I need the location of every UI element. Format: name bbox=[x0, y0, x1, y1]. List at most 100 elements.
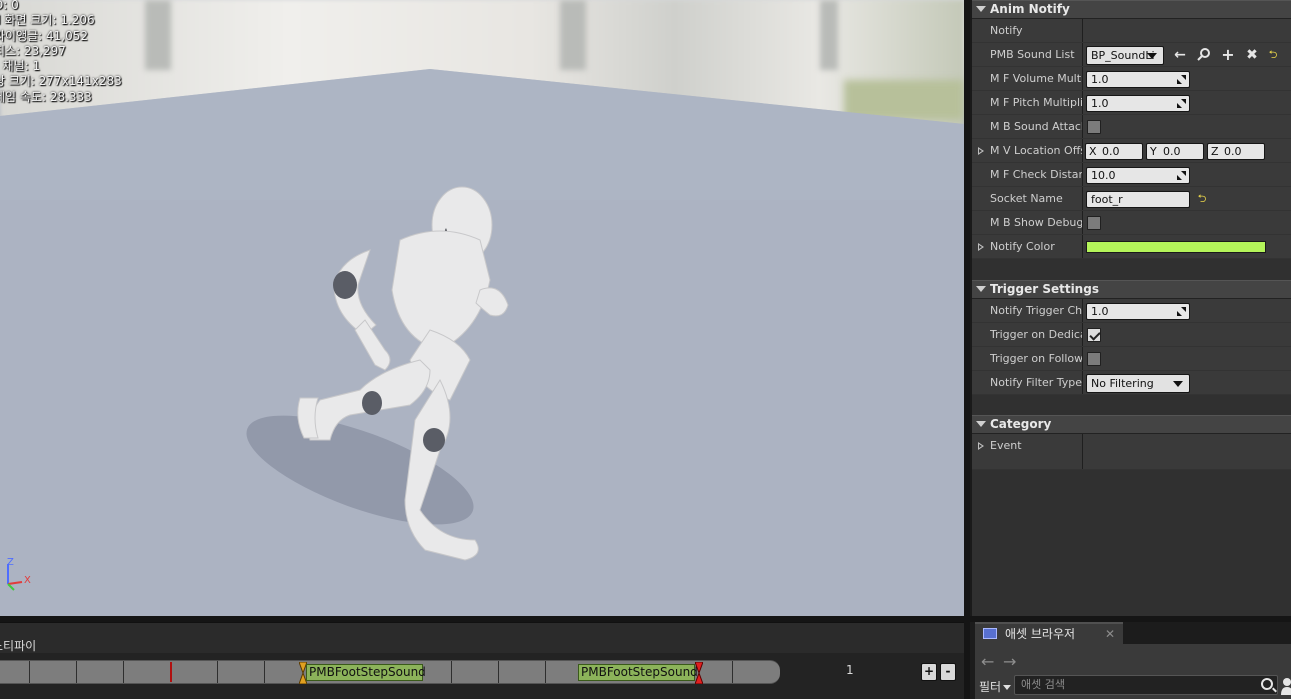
location-y-field[interactable]: Y 0.0 bbox=[1146, 143, 1204, 160]
trigger-chance-field[interactable]: 1.0 bbox=[1086, 303, 1190, 320]
notify-label: PMBFootStepSound bbox=[581, 665, 698, 679]
frame-divider bbox=[217, 661, 218, 683]
person-icon[interactable] bbox=[1281, 677, 1291, 695]
frame-divider bbox=[29, 661, 30, 683]
stat-line: ! 채널: 1 bbox=[0, 59, 41, 74]
notify-marker-icon[interactable] bbox=[695, 662, 703, 684]
asset-browser-body: ← → 필터 애셋 검색 bbox=[975, 644, 1291, 699]
row-label: Notify bbox=[990, 24, 1023, 37]
column-divider[interactable] bbox=[1082, 211, 1083, 234]
add-icon[interactable]: + bbox=[1220, 47, 1236, 63]
show-debug-checkbox[interactable] bbox=[1087, 216, 1101, 230]
row-trigger-chance: Notify Trigger Cha 1.0 bbox=[972, 299, 1291, 323]
column-divider[interactable] bbox=[1082, 139, 1083, 162]
chevron-down-icon bbox=[1003, 685, 1012, 690]
collapse-triangle-icon bbox=[976, 286, 986, 292]
expand-arrow-icon[interactable] bbox=[978, 243, 984, 251]
trigger-dedicated-checkbox[interactable] bbox=[1087, 328, 1101, 342]
chevron-down-icon bbox=[1173, 381, 1183, 387]
pitch-multiplier-field[interactable]: 1.0 bbox=[1086, 95, 1190, 112]
clear-icon[interactable]: ✖ bbox=[1244, 47, 1260, 63]
back-arrow-icon[interactable]: ← bbox=[981, 652, 994, 671]
asset-browser-tab[interactable]: 애셋 브라우저 ✕ bbox=[975, 622, 1123, 644]
filter-dropdown[interactable]: 필터 bbox=[979, 678, 1012, 695]
section-header-anim-notify[interactable]: Anim Notify bbox=[972, 0, 1291, 19]
row-label: M V Location Offs bbox=[990, 144, 1082, 157]
field-value: 10.0 bbox=[1091, 169, 1116, 182]
column-divider[interactable] bbox=[1082, 235, 1083, 258]
spin-arrows-icon bbox=[1177, 75, 1186, 84]
viewport[interactable]: D: 0 ll 화면 크기: 1.206 라이앵글: 41,052 티스: 23… bbox=[0, 0, 964, 616]
filter-label: 필터 bbox=[979, 680, 1002, 694]
section-title: Trigger Settings bbox=[990, 282, 1099, 296]
row-label: Socket Name bbox=[990, 192, 1063, 205]
playhead-marker[interactable] bbox=[170, 662, 172, 682]
notify-color-swatch[interactable] bbox=[1086, 241, 1266, 253]
trigger-follower-checkbox[interactable] bbox=[1087, 352, 1101, 366]
reset-to-default-icon[interactable]: ⮌ bbox=[1266, 48, 1280, 62]
location-x-field[interactable]: X 0.0 bbox=[1085, 143, 1143, 160]
asset-search-input[interactable]: 애셋 검색 bbox=[1014, 675, 1278, 695]
filter-type-dropdown[interactable]: No Filtering bbox=[1086, 374, 1190, 393]
check-distance-field[interactable]: 10.0 bbox=[1086, 167, 1190, 184]
reset-to-default-icon[interactable]: ⮌ bbox=[1195, 192, 1209, 206]
expand-arrow-icon[interactable] bbox=[978, 442, 984, 450]
spin-arrows-icon bbox=[1177, 99, 1186, 108]
timeline-title: 노티파이 bbox=[0, 639, 37, 653]
dropdown-value: No Filtering bbox=[1091, 377, 1154, 390]
column-divider[interactable] bbox=[1082, 19, 1083, 42]
column-divider[interactable] bbox=[1082, 43, 1083, 66]
search-icon[interactable] bbox=[1196, 47, 1212, 63]
dropdown-value: BP_SoundLi bbox=[1091, 49, 1155, 62]
column-divider[interactable] bbox=[1082, 434, 1083, 469]
forward-arrow-icon[interactable]: → bbox=[1003, 652, 1016, 671]
column-divider[interactable] bbox=[1082, 91, 1083, 114]
volume-multiplier-field[interactable]: 1.0 bbox=[1086, 71, 1190, 88]
section-header-trigger-settings[interactable]: Trigger Settings bbox=[972, 280, 1291, 299]
search-icon[interactable] bbox=[1261, 678, 1273, 690]
column-divider[interactable] bbox=[1082, 323, 1083, 346]
column-divider[interactable] bbox=[1082, 371, 1083, 394]
section-anim-notify: Anim Notify Notify PMB Sound List BP_Sou… bbox=[972, 0, 1291, 259]
close-icon[interactable]: ✕ bbox=[1105, 624, 1115, 644]
floor-plane bbox=[0, 69, 964, 616]
tab-label: 애셋 브라우저 bbox=[1005, 627, 1076, 641]
row-socket-name: Socket Name foot_r ⮌ bbox=[972, 187, 1291, 211]
column-divider[interactable] bbox=[1082, 115, 1083, 138]
row-event: Event bbox=[972, 434, 1291, 470]
expand-arrow-icon[interactable] bbox=[978, 147, 984, 155]
section-title: Category bbox=[990, 417, 1052, 431]
location-z-field[interactable]: Z 0.0 bbox=[1207, 143, 1265, 160]
row-trigger-dedicated: Trigger on Dedicat bbox=[972, 323, 1291, 347]
column-divider[interactable] bbox=[1082, 67, 1083, 90]
column-divider[interactable] bbox=[1082, 187, 1083, 210]
sound-attach-checkbox[interactable] bbox=[1087, 120, 1101, 134]
search-placeholder: 애셋 검색 bbox=[1021, 678, 1065, 691]
row-volume-multiplier: M F Volume Multip 1.0 bbox=[972, 67, 1291, 91]
editor-window: D: 0 ll 화면 크기: 1.206 라이앵글: 41,052 티스: 23… bbox=[0, 0, 1291, 699]
section-header-category[interactable]: Category bbox=[972, 415, 1291, 434]
row-sound-attach: M B Sound Attach bbox=[972, 115, 1291, 139]
row-label: M F Pitch Multiplie bbox=[990, 96, 1082, 109]
column-divider[interactable] bbox=[1082, 347, 1083, 370]
sound-list-dropdown[interactable]: BP_SoundLi bbox=[1086, 46, 1164, 65]
notify-event[interactable]: PMBFootStepSound bbox=[306, 664, 426, 681]
row-notify: Notify bbox=[972, 19, 1291, 43]
axis-label: Z bbox=[1211, 145, 1219, 158]
column-divider[interactable] bbox=[1082, 163, 1083, 186]
collapse-triangle-icon bbox=[976, 421, 986, 427]
notify-label: PMBFootStepSound bbox=[309, 665, 426, 679]
remove-track-button[interactable]: - bbox=[940, 663, 956, 681]
socket-name-input[interactable]: foot_r bbox=[1086, 191, 1190, 208]
browse-back-icon[interactable]: ← bbox=[1172, 47, 1188, 63]
column-divider[interactable] bbox=[1082, 299, 1083, 322]
spin-arrows-icon bbox=[1177, 307, 1186, 316]
frame-divider bbox=[451, 661, 452, 683]
row-label: Trigger on Followe bbox=[990, 352, 1082, 365]
notify-event[interactable]: PMBFootStepSound bbox=[578, 664, 698, 681]
axis-label: Y bbox=[1150, 145, 1157, 158]
field-value: 1.0 bbox=[1091, 73, 1109, 86]
stat-line: 상 크기: 277x141x283 bbox=[0, 74, 122, 89]
add-track-button[interactable]: + bbox=[921, 663, 937, 681]
notify-track[interactable]: PMBFootStepSound PMBFootStepSound bbox=[0, 660, 780, 684]
